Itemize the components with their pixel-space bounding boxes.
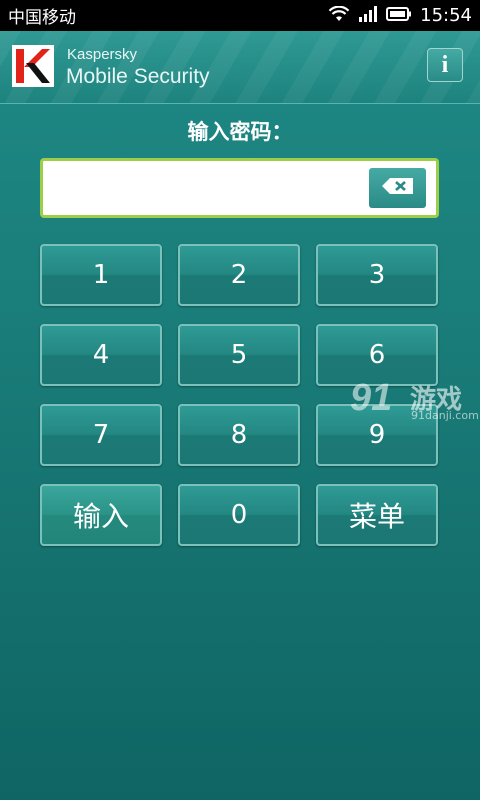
status-bar: 中国移动 15:54 bbox=[0, 0, 480, 31]
app-title: Mobile Security bbox=[66, 65, 210, 88]
key-8[interactable]: 8 bbox=[178, 404, 300, 466]
key-7[interactable]: 7 bbox=[40, 404, 162, 466]
key-0[interactable]: 0 bbox=[178, 484, 300, 546]
watermark-url: 91danji.com bbox=[411, 409, 479, 422]
kaspersky-logo-icon bbox=[12, 45, 54, 87]
key-4[interactable]: 4 bbox=[40, 324, 162, 386]
carrier-label: 中国移动 bbox=[8, 8, 76, 28]
brand-small-label: Kaspersky bbox=[67, 46, 138, 63]
password-prompt: 输入密码： bbox=[187, 120, 293, 144]
backspace-button[interactable] bbox=[369, 168, 426, 208]
key-1[interactable]: 1 bbox=[40, 244, 162, 306]
app-header: Kaspersky Mobile Security i bbox=[0, 31, 480, 104]
info-icon: i bbox=[441, 51, 449, 78]
watermark: 91 游戏 91danji.com bbox=[350, 377, 480, 427]
status-icons: 15:54 bbox=[328, 5, 472, 26]
info-button[interactable]: i bbox=[427, 48, 463, 82]
key-3[interactable]: 3 bbox=[316, 244, 438, 306]
menu-button[interactable]: 菜单 bbox=[316, 484, 438, 546]
key-2[interactable]: 2 bbox=[178, 244, 300, 306]
watermark-logo: 91 bbox=[350, 377, 393, 419]
password-input[interactable] bbox=[40, 158, 439, 218]
signal-icon bbox=[358, 5, 378, 26]
key-5[interactable]: 5 bbox=[178, 324, 300, 386]
enter-button[interactable]: 输入 bbox=[40, 484, 162, 546]
battery-icon bbox=[386, 6, 412, 26]
wifi-icon bbox=[328, 5, 350, 26]
clock: 15:54 bbox=[420, 5, 472, 26]
backspace-icon bbox=[381, 177, 415, 199]
